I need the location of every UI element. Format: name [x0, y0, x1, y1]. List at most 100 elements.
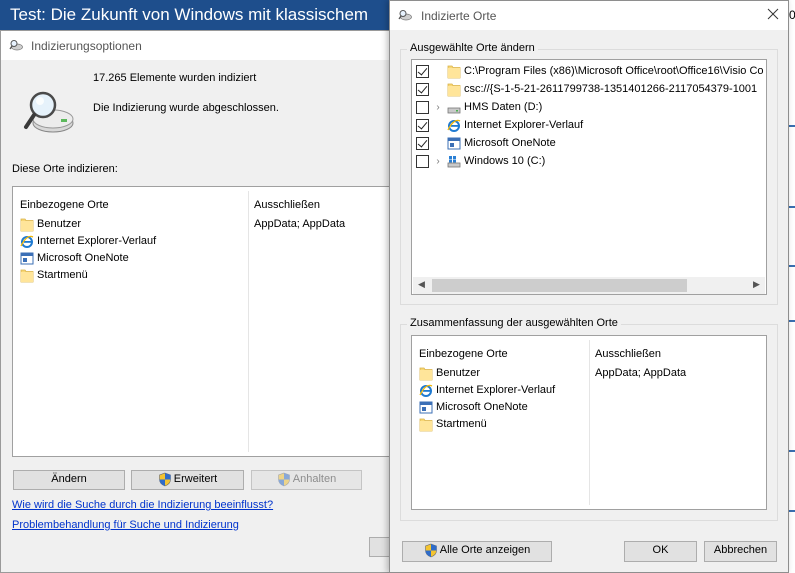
group-title-change: Ausgewählte Orte ändern — [407, 42, 538, 54]
tree-item[interactable]: C:\Program Files (x86)\Microsoft Office\… — [416, 63, 764, 80]
location-name: Internet Explorer-Verlauf — [37, 235, 157, 247]
column-header-included[interactable]: Einbezogene Orte — [20, 199, 109, 211]
folder-icon — [447, 82, 461, 97]
show-all-locations-button[interactable]: Alle Orte anzeigen — [402, 541, 552, 562]
search-help-link[interactable]: Wie wird die Suche durch die Indizierung… — [12, 499, 273, 511]
modify-button[interactable]: Ändern — [13, 470, 125, 490]
onenote-icon — [447, 136, 461, 151]
scroll-left-icon[interactable]: ◀ — [413, 277, 430, 294]
background-divider — [789, 125, 795, 127]
location-name: Microsoft OneNote — [37, 252, 129, 264]
main-window-title: Indizierungsoptionen — [31, 39, 142, 53]
list-item[interactable]: Startmenü — [419, 416, 487, 433]
tree-label: csc://{S-1-5-21-2611799738-1351401266-21… — [464, 83, 758, 95]
ok-label: OK — [652, 544, 669, 556]
exclude-value: AppData; AppData — [595, 367, 687, 379]
summary-locations-list[interactable]: Einbezogene Orte Ausschließen Benutzer A… — [411, 335, 767, 510]
uac-shield-icon — [424, 543, 438, 558]
folder-icon — [20, 268, 34, 283]
location-name: Internet Explorer-Verlauf — [436, 384, 556, 396]
pause-button[interactable]: Anhalten — [251, 470, 362, 490]
uac-shield-icon — [277, 472, 291, 487]
indexed-items-count: 17.265 Elemente wurden indiziert — [93, 72, 257, 84]
tree-checkbox[interactable] — [416, 119, 429, 132]
onenote-icon — [419, 400, 433, 415]
tree-label: C:\Program Files (x86)\Microsoft Office\… — [464, 65, 764, 77]
indexing-magnifier-icon — [24, 91, 74, 133]
drive-icon — [447, 100, 461, 115]
indexing-icon — [9, 39, 23, 51]
column-divider — [589, 340, 590, 505]
uac-shield-icon — [158, 472, 172, 487]
chevron-right-icon[interactable]: › — [433, 99, 443, 116]
close-button-partial[interactable] — [369, 537, 389, 557]
group-title-summary: Zusammenfassung der ausgewählten Orte — [407, 317, 621, 329]
advanced-button[interactable]: Erweitert — [131, 470, 244, 490]
tree-item[interactable]: csc://{S-1-5-21-2611799738-1351401266-21… — [416, 81, 757, 98]
troubleshoot-link[interactable]: Problembehandlung für Suche und Indizier… — [12, 519, 239, 531]
windows-drive-icon — [447, 154, 461, 169]
scroll-right-icon[interactable]: ▶ — [748, 277, 765, 294]
dialog-title: Indizierte Orte — [421, 9, 497, 23]
list-item[interactable]: Internet Explorer-Verlauf — [20, 233, 156, 250]
tree-checkbox[interactable] — [416, 83, 429, 96]
tree-item[interactable]: Internet Explorer-Verlauf — [416, 117, 583, 134]
folder-icon — [419, 417, 433, 432]
cancel-label: Abbrechen — [713, 544, 768, 556]
main-titlebar[interactable]: Indizierungsoptionen — [1, 31, 389, 60]
folder-icon — [419, 366, 433, 381]
tree-item[interactable]: › Windows 10 (C:) — [416, 153, 545, 170]
tree-checkbox[interactable] — [416, 155, 429, 168]
column-header-excluded[interactable]: Ausschließen — [254, 199, 320, 211]
ok-button[interactable]: OK — [624, 541, 697, 562]
tree-checkbox[interactable] — [416, 65, 429, 78]
ie-icon — [419, 383, 433, 398]
pause-button-label: Anhalten — [292, 473, 337, 485]
list-item[interactable]: Microsoft OneNote — [419, 399, 528, 416]
tree-checkbox[interactable] — [416, 101, 429, 114]
locations-tree[interactable]: C:\Program Files (x86)\Microsoft Office\… — [411, 59, 767, 295]
background-divider — [789, 206, 795, 208]
background-divider — [789, 265, 795, 267]
advanced-button-label: Erweitert — [173, 473, 218, 485]
horizontal-scrollbar[interactable]: ◀ ▶ — [413, 277, 765, 294]
tree-label: Internet Explorer-Verlauf — [464, 119, 584, 131]
column-header-included[interactable]: Einbezogene Orte — [419, 348, 508, 360]
location-name: Startmenü — [436, 418, 487, 430]
list-item[interactable]: Internet Explorer-Verlauf — [419, 382, 555, 399]
tree-checkbox[interactable] — [416, 137, 429, 150]
cancel-button[interactable]: Abbrechen — [704, 541, 777, 562]
tree-label: Microsoft OneNote — [464, 137, 556, 149]
list-item[interactable]: Benutzer — [419, 365, 480, 382]
tree-item[interactable]: Microsoft OneNote — [416, 135, 556, 152]
list-item[interactable]: Startmenü — [20, 267, 88, 284]
background-divider — [789, 450, 795, 452]
background-divider — [789, 510, 795, 512]
location-name: Microsoft OneNote — [436, 401, 528, 413]
indexing-options-window: Indizierungsoptionen 17.265 Elemente wur… — [0, 30, 397, 573]
list-item[interactable]: Benutzer — [20, 216, 81, 233]
show-all-label: Alle Orte anzeigen — [439, 544, 531, 556]
location-name: Benutzer — [436, 367, 481, 379]
indexing-icon — [398, 9, 412, 21]
column-header-excluded[interactable]: Ausschließen — [595, 348, 661, 360]
locations-label: Diese Orte indizieren: — [12, 163, 118, 175]
exclude-value: AppData; AppData — [254, 218, 346, 230]
folder-icon — [447, 64, 461, 79]
included-locations-list[interactable]: Einbezogene Orte Ausschließen Benutzer A… — [12, 186, 397, 457]
indexed-locations-dialog: Indizierte Orte Ausgewählte Orte ändern … — [389, 0, 789, 573]
location-name: Benutzer — [37, 218, 82, 230]
scrollbar-thumb[interactable] — [432, 279, 687, 292]
indexing-status: Die Indizierung wurde abgeschlossen. — [93, 102, 279, 114]
chevron-right-icon[interactable]: › — [433, 153, 443, 170]
close-icon[interactable] — [766, 7, 780, 21]
tree-item[interactable]: › HMS Daten (D:) — [416, 99, 542, 116]
column-divider — [248, 191, 249, 452]
dialog-titlebar[interactable]: Indizierte Orte — [390, 1, 788, 30]
background-page-edge: 0 — [788, 0, 795, 573]
list-item[interactable]: Microsoft OneNote — [20, 250, 129, 267]
folder-icon — [20, 217, 34, 232]
background-divider — [789, 320, 795, 322]
tree-label: Windows 10 (C:) — [464, 155, 546, 167]
modify-button-label: Ändern — [51, 473, 87, 485]
